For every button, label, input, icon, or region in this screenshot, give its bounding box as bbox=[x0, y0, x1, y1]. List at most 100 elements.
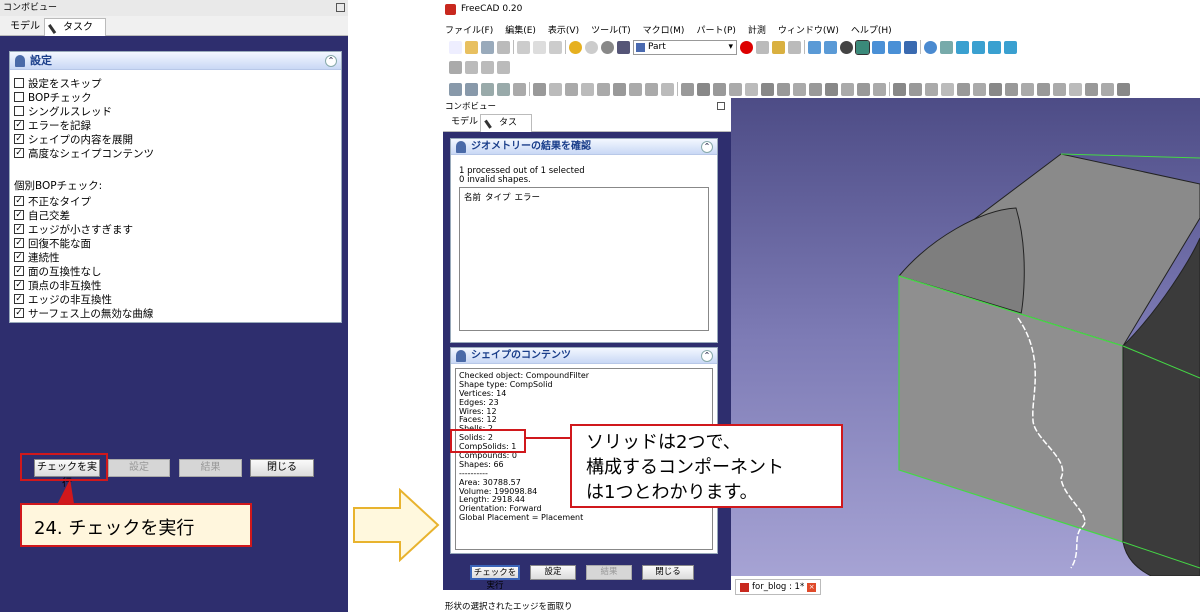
fit-all-icon[interactable] bbox=[808, 40, 821, 54]
part-tool-icon[interactable] bbox=[1037, 82, 1050, 96]
left-close-button[interactable]: 閉じる bbox=[250, 459, 314, 477]
collapse-icon[interactable]: ⌃ bbox=[701, 141, 713, 153]
checkbox-square[interactable] bbox=[14, 78, 24, 88]
sync-view-icon[interactable] bbox=[855, 39, 870, 55]
edit-macro-icon[interactable] bbox=[772, 40, 785, 54]
open-folder-icon[interactable] bbox=[465, 40, 478, 54]
stop-macro-icon[interactable] bbox=[756, 40, 769, 54]
part-tool-icon[interactable] bbox=[1101, 82, 1114, 96]
part-tool-icon[interactable] bbox=[645, 82, 658, 96]
shape-content-header[interactable]: シェイプのコンテンツ ⌃ bbox=[451, 348, 717, 364]
settings-button[interactable]: 設定 bbox=[530, 565, 576, 580]
part-tool-icon[interactable] bbox=[661, 82, 674, 96]
new-file-icon[interactable] bbox=[449, 40, 462, 54]
menu-item[interactable]: ヘルプ(H) bbox=[851, 23, 892, 37]
fit-selection-icon[interactable] bbox=[824, 40, 837, 54]
workbench-selector[interactable]: Part ▾ bbox=[633, 39, 737, 55]
collapse-icon[interactable]: ⌃ bbox=[325, 55, 337, 67]
column-type[interactable]: タイプ bbox=[485, 191, 511, 203]
left-settings-button[interactable]: 設定 bbox=[108, 459, 170, 477]
document-tab[interactable]: for_blog : 1* × bbox=[735, 579, 822, 595]
bop-check-checkbox[interactable]: ✓ 回復不能な面 bbox=[14, 236, 334, 250]
combo-float-icon[interactable] bbox=[717, 102, 725, 110]
collapse-icon[interactable]: ⌃ bbox=[701, 350, 713, 362]
setting-checkbox[interactable]: 設定をスキップ bbox=[14, 76, 334, 90]
left-tab-task[interactable]: タスク bbox=[44, 18, 106, 36]
whats-this-icon[interactable] bbox=[617, 40, 630, 54]
refresh-icon[interactable] bbox=[601, 40, 614, 54]
checkbox-square[interactable]: ✓ bbox=[14, 266, 24, 276]
part-tool-icon[interactable] bbox=[941, 82, 954, 96]
part-tool-icon[interactable] bbox=[1021, 82, 1034, 96]
left-float-icon[interactable] bbox=[336, 3, 345, 12]
part-tool-icon[interactable] bbox=[893, 82, 906, 96]
left-tab-model[interactable]: モデル bbox=[4, 18, 46, 36]
part-tool-icon[interactable] bbox=[1117, 82, 1130, 96]
part-tool-icon[interactable] bbox=[629, 82, 642, 96]
checkbox-square[interactable]: ✓ bbox=[14, 308, 24, 318]
part-tool-icon[interactable] bbox=[481, 82, 494, 96]
link-icon[interactable] bbox=[481, 60, 494, 74]
bop-check-checkbox[interactable]: ✓ エッジが小さすぎます bbox=[14, 222, 334, 236]
part-tool-icon[interactable] bbox=[873, 82, 886, 96]
part-tool-icon[interactable] bbox=[973, 82, 986, 96]
bop-check-checkbox[interactable]: ✓ エッジの非互換性 bbox=[14, 292, 334, 306]
part-tool-icon[interactable] bbox=[613, 82, 626, 96]
menu-item[interactable]: ウィンドウ(W) bbox=[778, 23, 839, 37]
part-tool-icon[interactable] bbox=[729, 82, 742, 96]
results-button[interactable]: 結果 bbox=[586, 565, 632, 580]
bop-check-checkbox[interactable]: ✓ 不正なタイプ bbox=[14, 194, 334, 208]
back-arrow-icon[interactable] bbox=[872, 40, 885, 54]
column-error[interactable]: エラー bbox=[515, 191, 541, 203]
part-icon[interactable] bbox=[449, 60, 462, 74]
part-tool-icon[interactable] bbox=[809, 82, 822, 96]
link-actions-icon[interactable] bbox=[497, 60, 510, 74]
part-tool-icon[interactable] bbox=[549, 82, 562, 96]
part-tool-icon[interactable] bbox=[681, 82, 694, 96]
checkbox-square[interactable] bbox=[14, 106, 24, 116]
cut-icon[interactable] bbox=[517, 40, 530, 54]
combo-tab-model[interactable]: モデル bbox=[445, 114, 484, 132]
results-table[interactable]: 名前 タイプ エラー bbox=[459, 187, 709, 331]
checkbox-square[interactable]: ✓ bbox=[14, 294, 24, 304]
setting-checkbox[interactable]: ✓ エラーを記録 bbox=[14, 118, 334, 132]
part-tool-icon[interactable] bbox=[857, 82, 870, 96]
menu-item[interactable]: 編集(E) bbox=[505, 23, 536, 37]
checkbox-square[interactable]: ✓ bbox=[14, 280, 24, 290]
part-tool-icon[interactable] bbox=[745, 82, 758, 96]
front-view-icon[interactable] bbox=[956, 40, 969, 54]
part-tool-icon[interactable] bbox=[533, 82, 546, 96]
group-icon[interactable] bbox=[465, 60, 478, 74]
setting-checkbox[interactable]: BOPチェック bbox=[14, 90, 334, 104]
column-name[interactable]: 名前 bbox=[464, 191, 481, 203]
part-tool-icon[interactable] bbox=[597, 82, 610, 96]
part-tool-icon[interactable] bbox=[465, 82, 478, 96]
part-tool-icon[interactable] bbox=[957, 82, 970, 96]
redo-icon[interactable] bbox=[585, 40, 598, 54]
settings-header[interactable]: 設定 ⌃ bbox=[10, 52, 341, 70]
menu-item[interactable]: パート(P) bbox=[696, 23, 735, 37]
top-view-icon[interactable] bbox=[972, 40, 985, 54]
part-tool-icon[interactable] bbox=[909, 82, 922, 96]
combo-tab-task[interactable]: タスク bbox=[480, 114, 532, 145]
part-tool-icon[interactable] bbox=[1005, 82, 1018, 96]
paste-icon[interactable] bbox=[549, 40, 562, 54]
checkbox-square[interactable]: ✓ bbox=[14, 120, 24, 130]
part-tool-icon[interactable] bbox=[581, 82, 594, 96]
navigation-icon[interactable] bbox=[904, 40, 917, 54]
left-results-button[interactable]: 結果 bbox=[179, 459, 242, 477]
checkbox-square[interactable]: ✓ bbox=[14, 224, 24, 234]
setting-checkbox[interactable]: ✓ 高度なシェイプコンテンツ bbox=[14, 146, 334, 160]
part-tool-icon[interactable] bbox=[793, 82, 806, 96]
part-tool-icon[interactable] bbox=[713, 82, 726, 96]
part-tool-icon[interactable] bbox=[841, 82, 854, 96]
bop-check-checkbox[interactable]: ✓ 頂点の非互換性 bbox=[14, 278, 334, 292]
part-tool-icon[interactable] bbox=[513, 82, 526, 96]
geometry-check-header[interactable]: ジオメトリーの結果を確認 ⌃ bbox=[451, 139, 717, 155]
checkbox-square[interactable]: ✓ bbox=[14, 196, 24, 206]
close-icon[interactable]: × bbox=[807, 582, 817, 592]
setting-checkbox[interactable]: ✓ シェイプの内容を展開 bbox=[14, 132, 334, 146]
bop-check-checkbox[interactable]: ✓ 自己交差 bbox=[14, 208, 334, 222]
right-view-icon[interactable] bbox=[988, 40, 1001, 54]
part-tool-icon[interactable] bbox=[761, 82, 774, 96]
